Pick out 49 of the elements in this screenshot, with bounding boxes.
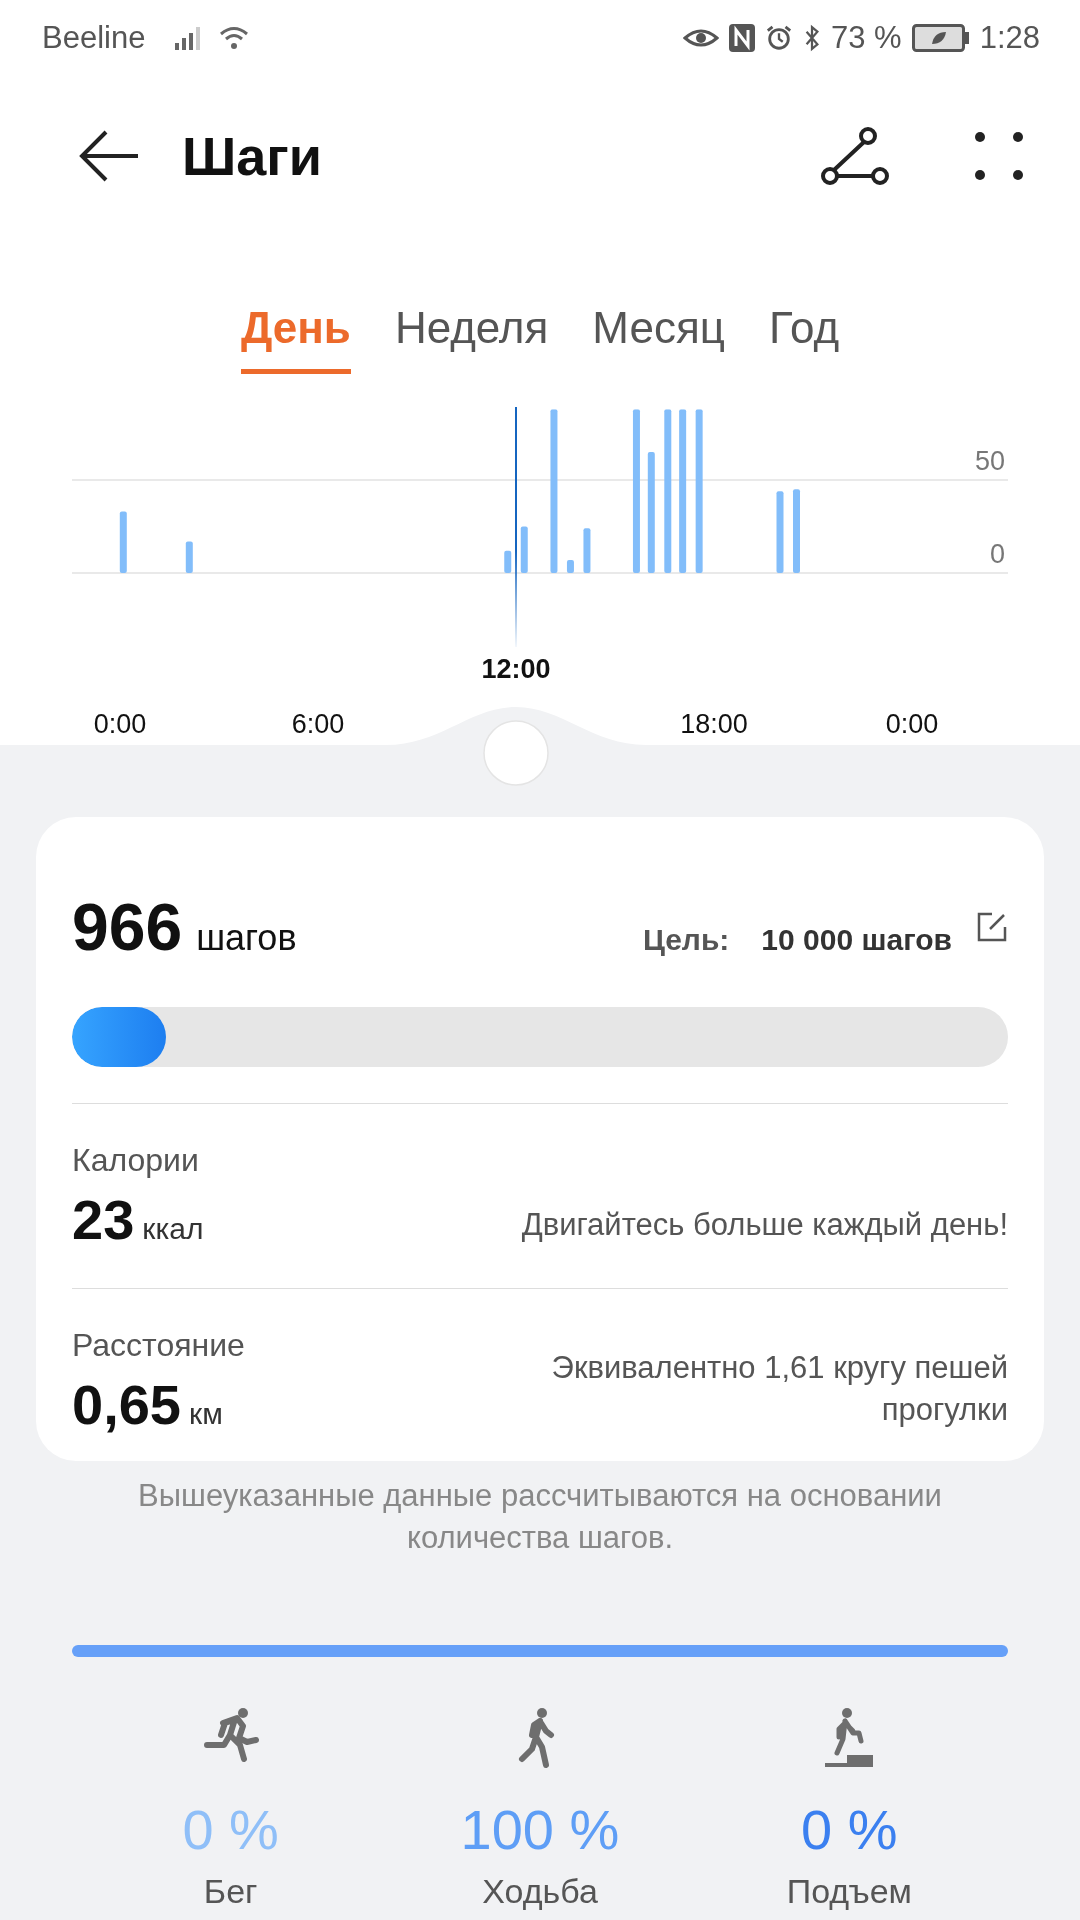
y-axis-label: 0 bbox=[989, 539, 1005, 569]
goal-value: 10 000 шагов bbox=[761, 923, 952, 957]
step-bar bbox=[504, 550, 512, 573]
step-bar bbox=[583, 528, 591, 573]
clock-time: 1:28 bbox=[979, 20, 1040, 56]
step-bar bbox=[520, 526, 528, 573]
period-tab[interactable]: Год bbox=[769, 302, 840, 374]
metric-value: 0,65 bbox=[72, 1372, 181, 1437]
battery-icon bbox=[911, 24, 970, 52]
page-title: Шаги bbox=[182, 125, 322, 187]
metric-note: Эквивалентно 1,61 кругу пешей прогулки bbox=[550, 1349, 1008, 1430]
activity-label: Подъем bbox=[786, 1871, 912, 1911]
wifi-icon bbox=[219, 26, 250, 50]
metric-label: Калории bbox=[72, 1142, 200, 1179]
slider-handle[interactable] bbox=[482, 719, 550, 787]
time-cursor[interactable] bbox=[515, 407, 517, 647]
nfc-icon bbox=[729, 24, 755, 52]
x-axis-label: 0:00 bbox=[93, 709, 147, 739]
step-bar bbox=[185, 541, 193, 573]
battery-percent: 73 % bbox=[831, 20, 902, 56]
step-count: 966 bbox=[72, 889, 183, 965]
step-bar bbox=[566, 560, 574, 573]
metric-unit: ккал bbox=[142, 1212, 204, 1246]
metric-note: Двигайтесь больше каждый день! bbox=[521, 1206, 1008, 1245]
period-tab[interactable]: Месяц bbox=[592, 302, 725, 374]
metric-value: 23 bbox=[72, 1187, 135, 1252]
metric-label: Расстояние bbox=[72, 1327, 245, 1364]
edit-icon[interactable] bbox=[976, 911, 1008, 943]
y-axis-label: 50 bbox=[974, 446, 1005, 476]
selected-time: 12:00 bbox=[480, 654, 552, 685]
bluetooth-icon bbox=[803, 24, 821, 52]
step-unit: шагов bbox=[196, 917, 297, 959]
metric-unit: км bbox=[189, 1397, 223, 1431]
route-icon[interactable] bbox=[820, 126, 890, 186]
activity-percent: 0 % bbox=[182, 1796, 279, 1862]
x-axis-label: 18:00 bbox=[680, 709, 748, 739]
period-tab[interactable]: Неделя bbox=[394, 302, 549, 374]
goal-label: Цель: bbox=[642, 923, 730, 957]
footnote: Вышеуказанные данные рассчитываются на основании количества шагов. bbox=[137, 1477, 943, 1557]
carrier-name: Beeline bbox=[42, 20, 146, 56]
x-axis-label: 0:00 bbox=[885, 709, 939, 739]
x-axis-label: 6:00 bbox=[291, 709, 345, 739]
alarm-icon bbox=[765, 24, 793, 52]
activity-percent: 100 % bbox=[460, 1796, 620, 1862]
activity-label: Ходьба bbox=[482, 1871, 598, 1911]
activity-percent: 0 % bbox=[801, 1796, 898, 1862]
step-bar bbox=[119, 511, 127, 573]
activity-label: Бег bbox=[203, 1871, 258, 1911]
more-options-icon[interactable] bbox=[974, 131, 1024, 181]
